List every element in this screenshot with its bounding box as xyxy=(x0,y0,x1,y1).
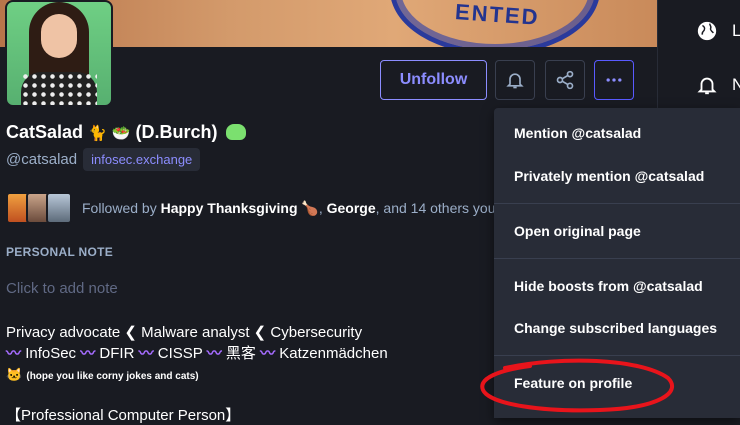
globe-icon xyxy=(697,21,717,41)
cat-face-emoji-icon: 🐱 xyxy=(6,367,23,382)
green-cat-emoji-icon xyxy=(226,124,247,140)
personal-note-label: PERSONAL NOTE xyxy=(6,245,114,259)
nav-item-live[interactable]: L xyxy=(696,20,740,42)
menu-item-hide-boosts[interactable]: Hide boosts from @catsalad xyxy=(514,278,703,294)
follower-avatar xyxy=(46,192,72,224)
profile-avatar[interactable] xyxy=(5,0,113,107)
drumstick-emoji-icon: 🍗 xyxy=(301,199,319,216)
notify-bell-button[interactable] xyxy=(495,60,535,100)
share-icon xyxy=(556,70,574,90)
menu-item-mention[interactable]: Mention @catsalad xyxy=(514,125,641,141)
account-options-menu: Mention @catsalad Privately mention @cat… xyxy=(494,108,740,418)
menu-item-feature-on-profile[interactable]: Feature on profile xyxy=(514,375,632,391)
nav-item-label: N xyxy=(732,75,740,94)
account-handle-row: @catsalad infosec.exchange xyxy=(6,148,201,171)
menu-divider xyxy=(494,355,740,356)
bio-line: Privacy advocate ❮ Malware analyst ❮ Cyb… xyxy=(6,324,363,341)
menu-divider xyxy=(494,258,740,259)
personal-note-input[interactable]: Click to add note xyxy=(6,280,118,297)
followed-by-row[interactable]: Followed by Happy Thanksgiving 🍗, George… xyxy=(6,192,496,224)
profile-bio: Privacy advocate ❮ Malware analyst ❮ Cyb… xyxy=(6,322,476,387)
menu-item-open-original[interactable]: Open original page xyxy=(514,223,641,239)
followed-by-text: Followed by Happy Thanksgiving 🍗, George… xyxy=(82,199,496,216)
more-options-button[interactable] xyxy=(594,60,634,100)
cat-emoji-icon: 🐈 xyxy=(88,125,107,142)
server-domain-badge[interactable]: infosec.exchange xyxy=(83,148,201,171)
bell-icon xyxy=(506,73,524,89)
share-button[interactable] xyxy=(545,60,585,100)
bio-tags-line: 〰 InfoSec 〰 DFIR 〰 CISSP 〰 黑客 〰 Katzenmä… xyxy=(6,345,388,362)
salad-emoji-icon: 🥗 xyxy=(111,125,131,142)
bio-line: 🐱 (hope you like corny jokes and cats) xyxy=(6,367,199,382)
menu-item-change-languages[interactable]: Change subscribed languages xyxy=(514,320,717,336)
menu-divider xyxy=(494,203,740,204)
display-name: CatSalad 🐈 🥗 (D.Burch) xyxy=(6,122,247,143)
unfollow-button[interactable]: Unfollow xyxy=(380,60,487,100)
nav-item-notifications[interactable]: N xyxy=(696,74,740,96)
nav-item-label: L xyxy=(732,21,740,40)
ellipsis-icon xyxy=(606,78,622,82)
bio-line: 【Professional Computer Person】 xyxy=(6,407,241,424)
menu-item-private-mention[interactable]: Privately mention @catsalad xyxy=(514,168,704,184)
account-handle: @catsalad xyxy=(6,151,78,168)
bell-icon xyxy=(697,77,717,95)
